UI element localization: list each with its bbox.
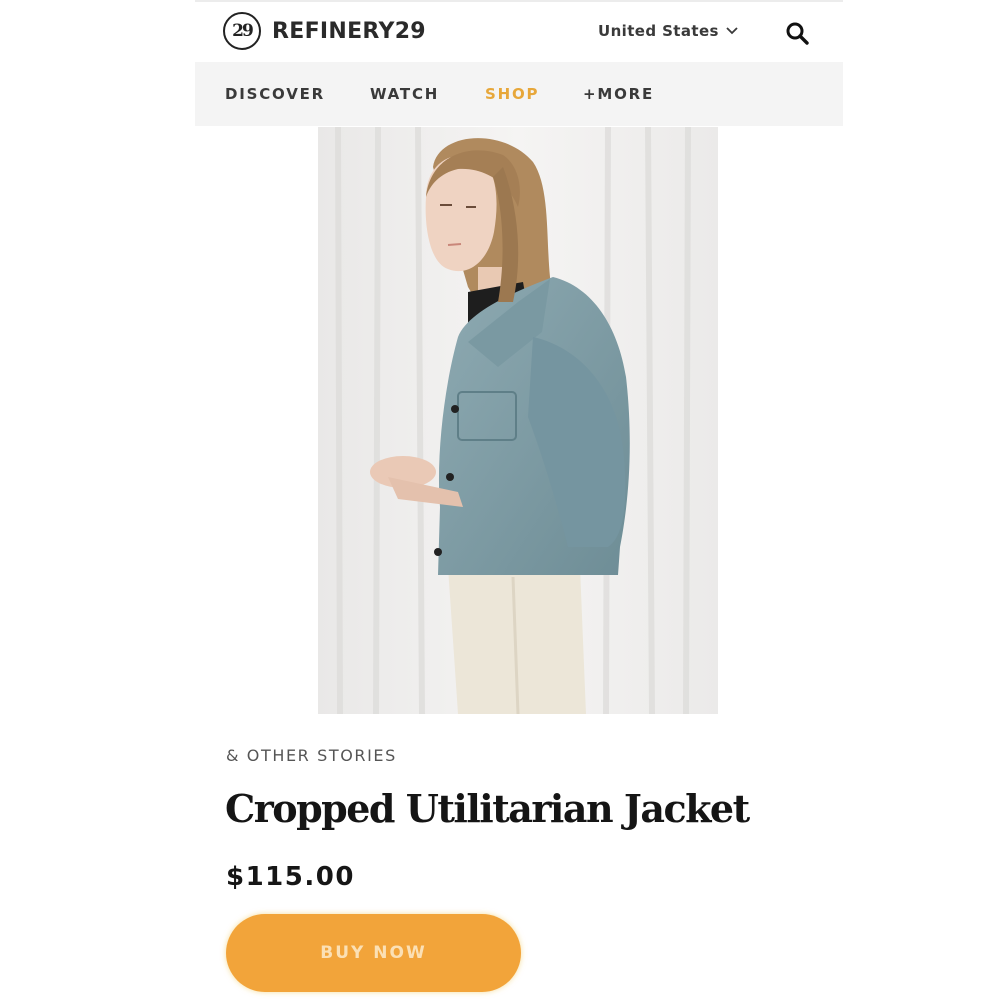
product-page: 29 REFINERY29 United States DISCOVER WAT… [0, 0, 1000, 1000]
nav-item-shop[interactable]: SHOP [485, 85, 539, 103]
search-button[interactable] [783, 19, 811, 47]
logo-text: REFINERY29 [272, 18, 426, 44]
product-title: Cropped Utilitarian Jacket [225, 786, 750, 831]
product-photo [318, 127, 718, 714]
site-logo[interactable]: 29 REFINERY29 [223, 12, 426, 50]
main-nav: DISCOVER WATCH SHOP +MORE [195, 62, 843, 126]
nav-item-watch[interactable]: WATCH [370, 85, 439, 103]
logo-mark: 29 [223, 12, 261, 50]
nav-item-discover[interactable]: DISCOVER [225, 85, 325, 103]
nav-item-more[interactable]: +MORE [583, 85, 654, 103]
product-image[interactable] [318, 127, 718, 714]
product-price: $115.00 [226, 862, 355, 892]
region-selector[interactable]: United States [598, 22, 738, 40]
region-label: United States [598, 22, 719, 40]
product-brand[interactable]: & OTHER STORIES [226, 746, 397, 765]
search-icon [786, 22, 809, 45]
buy-now-button[interactable]: BUY NOW [226, 914, 521, 992]
site-header: 29 REFINERY29 United States [195, 0, 843, 62]
chevron-down-icon [726, 27, 738, 35]
